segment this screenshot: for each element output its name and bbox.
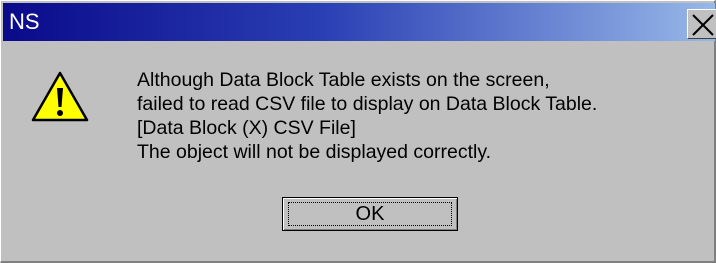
message-text: Although Data Block Table exists on the … xyxy=(137,68,707,164)
window-title: NS xyxy=(9,9,40,34)
message-line: Although Data Block Table exists on the … xyxy=(137,69,550,91)
message-line: failed to read CSV file to display on Da… xyxy=(137,93,598,115)
warning-icon xyxy=(31,71,89,122)
close-button[interactable] xyxy=(687,9,716,39)
title-bar[interactable]: NS xyxy=(3,3,716,41)
close-icon xyxy=(692,14,714,36)
message-dialog: NS Although Data Block Table exists on t… xyxy=(0,0,716,263)
ok-button-label: OK xyxy=(355,203,385,225)
ok-button[interactable]: OK xyxy=(282,197,458,231)
message-line: [Data Block (X) CSV File] xyxy=(137,117,356,139)
message-line: The object will not be displayed correct… xyxy=(137,141,492,163)
